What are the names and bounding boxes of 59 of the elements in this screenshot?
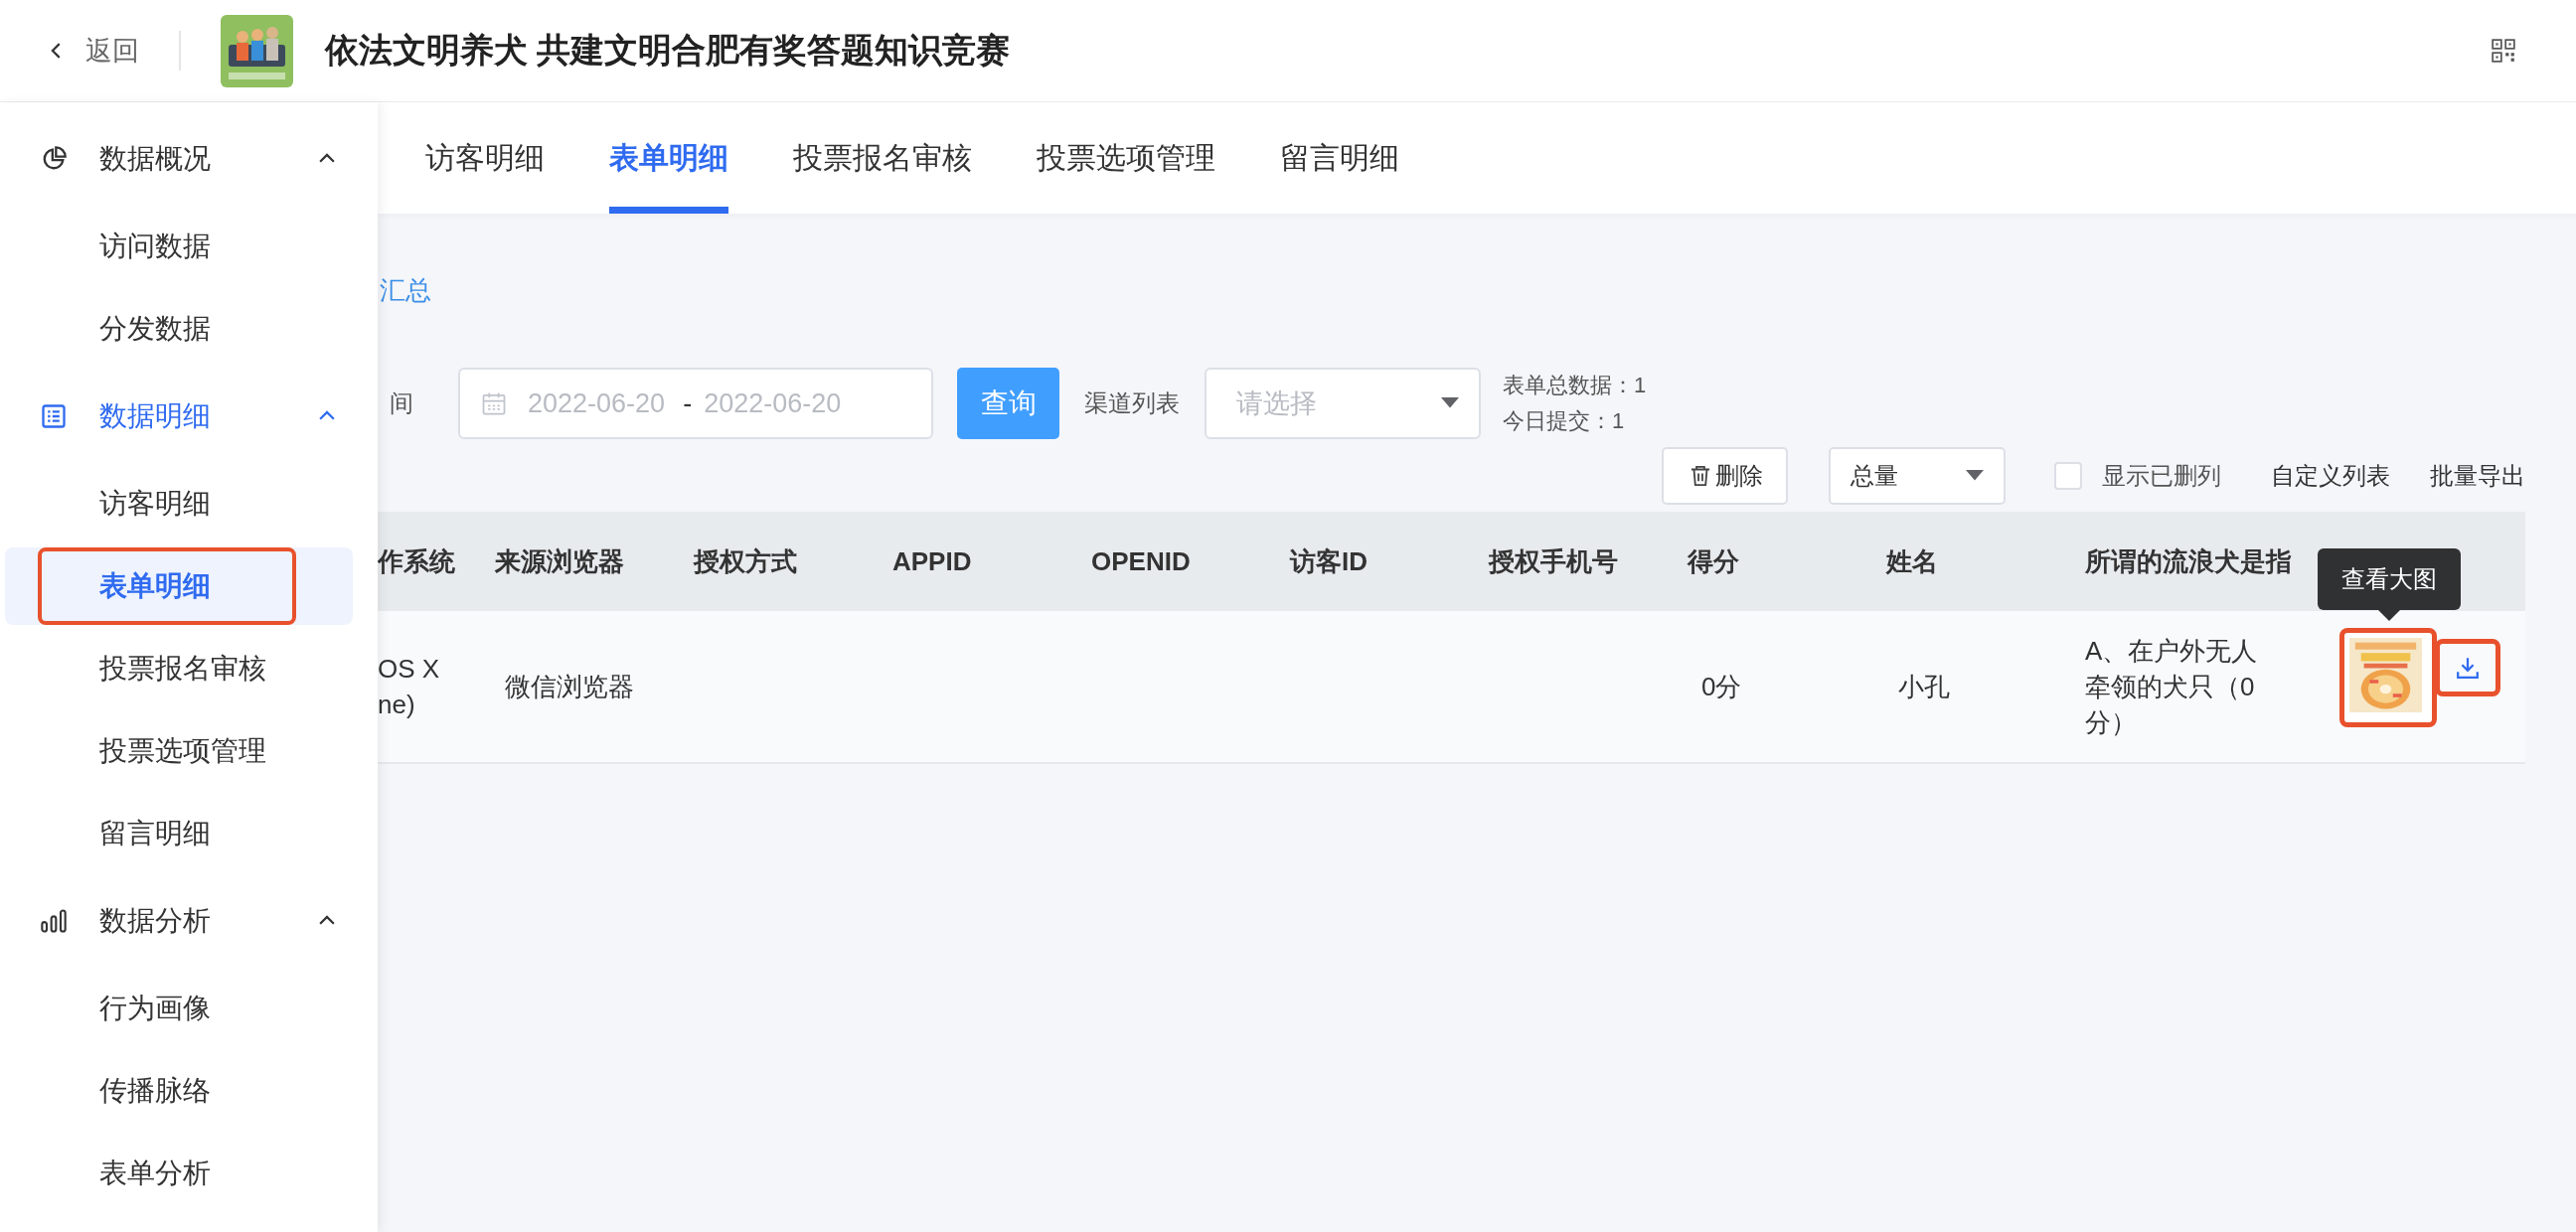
start-date: 2022-06-20: [528, 387, 666, 419]
column-header: APPID: [892, 545, 972, 577]
custom-list-link[interactable]: 自定义列表: [2271, 460, 2390, 492]
checkbox-label[interactable]: 显示已删列: [2102, 460, 2221, 492]
column-header: 作系统: [378, 544, 455, 578]
sidebar-item[interactable]: 行为画像: [5, 970, 353, 1047]
column-header: 授权手机号: [1489, 544, 1618, 578]
column-header: 所谓的流浪犬是指: [2085, 544, 2292, 578]
sidebar-item[interactable]: 访客明细: [5, 465, 353, 542]
table-cell-text: 小孔: [1898, 671, 1950, 703]
tab[interactable]: 投票选项管理: [1037, 102, 1215, 214]
sidebar-item[interactable]: 分发数据: [5, 290, 353, 368]
sidebar-item[interactable]: 传播脉络: [5, 1052, 353, 1130]
sidebar-item[interactable]: 留言明细: [5, 795, 353, 872]
sidebar-item[interactable]: 表单分析: [5, 1135, 353, 1212]
date-separator: -: [683, 387, 693, 419]
thumbnail-frame[interactable]: [2339, 628, 2437, 727]
sidebar-group[interactable]: 数据分析: [99, 902, 316, 940]
column-header: 来源浏览器: [495, 544, 624, 578]
sidebar-item[interactable]: 访问数据: [5, 208, 353, 285]
table-cell-text: 微信浏览器: [505, 671, 634, 703]
sidebar-item[interactable]: 投票选项管理: [5, 712, 353, 790]
tab[interactable]: 访客明细: [425, 102, 545, 214]
table-cell-text: A、在户外无人牵领的犬只（0分）: [2085, 635, 2259, 739]
tab[interactable]: 表单明细: [609, 102, 728, 214]
column-header: 授权方式: [694, 544, 797, 578]
caret-icon: [1966, 470, 1984, 482]
tab[interactable]: 投票报名审核: [793, 102, 972, 214]
back-button[interactable]: 返回: [46, 33, 139, 69]
end-date: 2022-06-20: [704, 387, 842, 419]
sidebar-group[interactable]: 数据明细: [99, 397, 316, 435]
page-title: 依法文明养犬 共建文明合肥有奖答题知识竞赛: [325, 30, 1011, 71]
stat-text: 表单总数据：1: [1503, 373, 1647, 398]
sidebar-item[interactable]: 投票报名审核: [5, 630, 353, 707]
column-header: 得分: [1688, 544, 1739, 578]
tab[interactable]: 留言明细: [1280, 102, 1399, 214]
channel-select[interactable]: 请选择: [1205, 368, 1481, 439]
download-button[interactable]: [2435, 639, 2500, 696]
time-label: 间: [390, 388, 413, 418]
tooltip: 查看大图: [2318, 548, 2461, 621]
tooltip-arrow-icon: [2378, 610, 2400, 621]
column-header: 姓名: [1886, 544, 1938, 578]
date-range-field[interactable]: 2022-06-20 - 2022-06-20: [458, 368, 933, 439]
table-cell-text: 0分: [1701, 671, 1742, 703]
sidebar-group[interactable]: 数据概况: [99, 140, 316, 178]
table-cell-text: OS X ne): [378, 653, 440, 721]
bar-chart-icon: [40, 907, 68, 935]
list-icon: [40, 402, 68, 430]
caret-icon: [1441, 397, 1459, 409]
delete-button[interactable]: 删除: [1662, 447, 1788, 505]
column-header: OPENID: [1091, 545, 1191, 577]
channel-label: 渠道列表: [1084, 388, 1180, 418]
checkbox[interactable]: [2054, 462, 2082, 490]
qr-code-icon[interactable]: [2491, 38, 2516, 64]
stat-text: 今日提交：1: [1503, 408, 1626, 434]
column-header: 访客ID: [1290, 544, 1368, 578]
sidebar-item[interactable]: 表单明细: [5, 547, 353, 625]
batch-export-link[interactable]: 批量导出: [2430, 460, 2525, 492]
total-select[interactable]: 总量: [1829, 447, 2006, 505]
